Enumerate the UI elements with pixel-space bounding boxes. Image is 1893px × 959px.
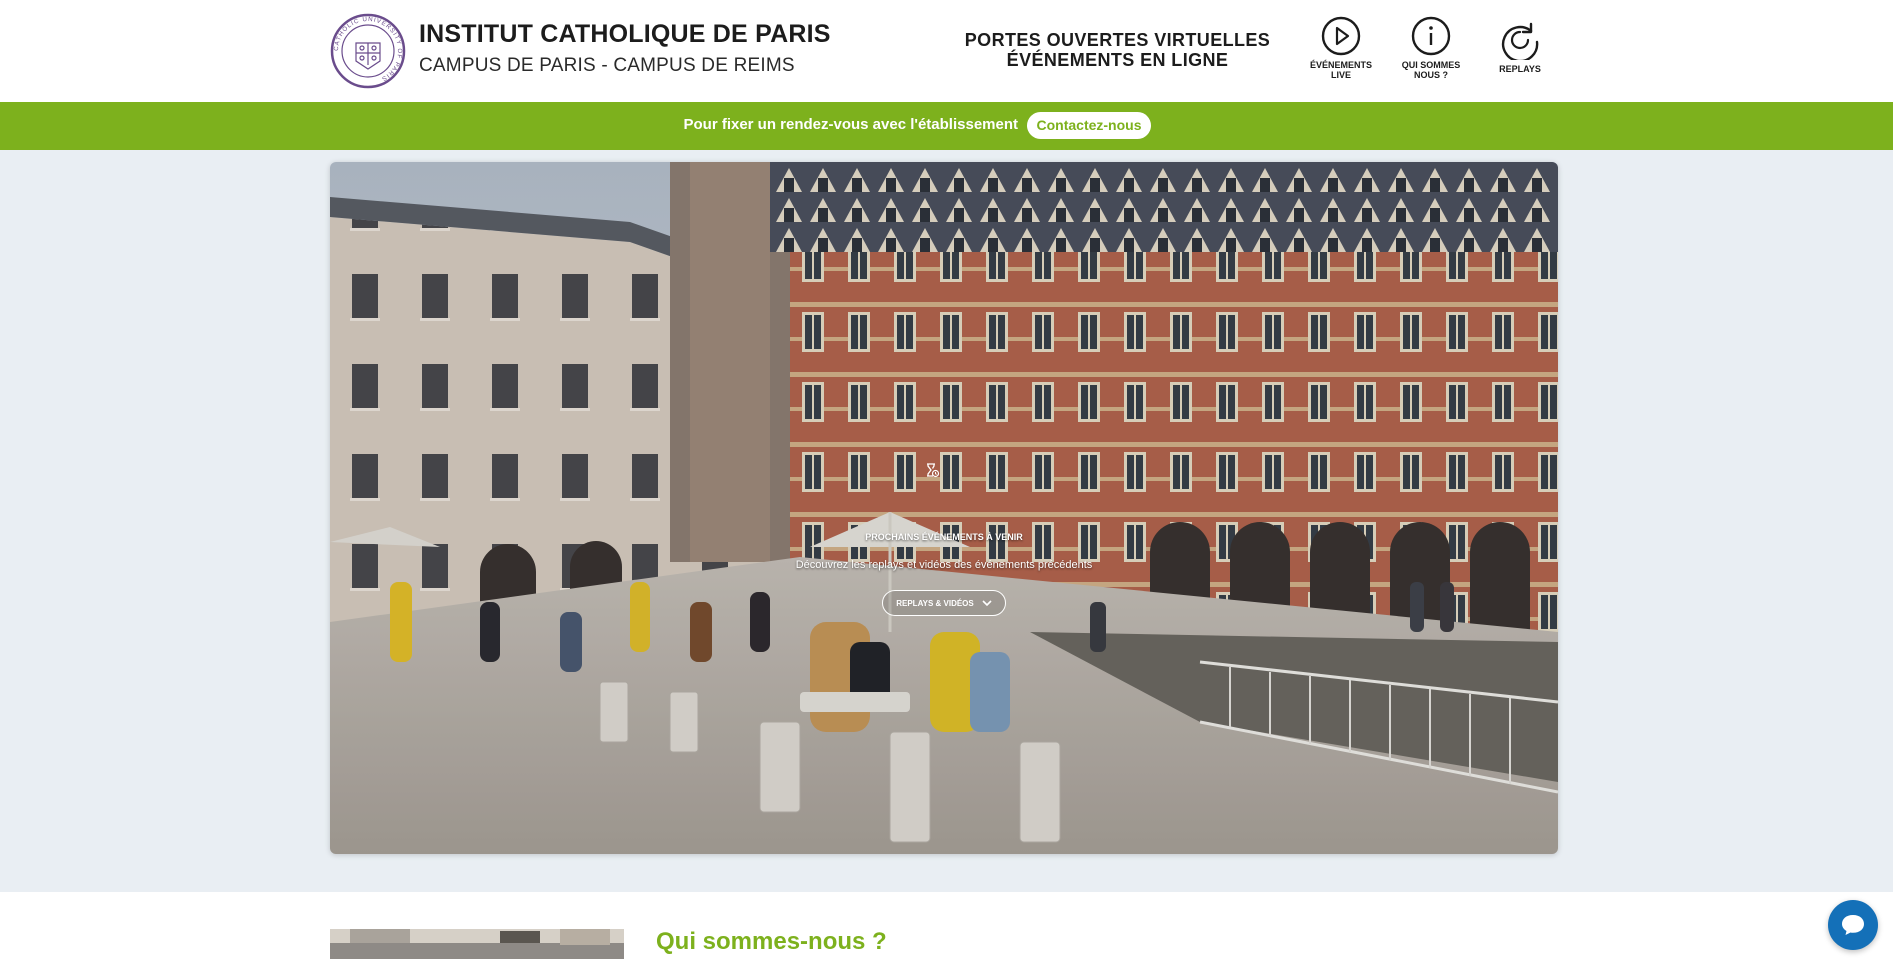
university-seal-icon[interactable]: CATHOLIC UNIVERSITY OF PARIS [330,13,406,89]
event-title: PORTES OUVERTES VIRTUELLES ÉVÉNEMENTS EN… [960,30,1275,70]
nav-live-events-label-2: LIVE [1330,70,1351,80]
site-subtitle: CAMPUS DE PARIS - CAMPUS DE REIMS [419,55,795,76]
chat-button[interactable] [1828,900,1878,950]
chevron-down-icon [982,599,992,606]
play-circle-icon [1321,16,1361,56]
replays-videos-button[interactable]: REPLAYS & VIDÉOS [882,590,1006,616]
nav-replays-label: REPLAYS [1499,64,1541,74]
site-header: CATHOLIC UNIVERSITY OF PARIS INSTITUT CA… [0,0,1893,102]
nav-live-events[interactable]: ÉVÉNEMENTS LIVE [1296,16,1386,80]
hero-overlay [330,162,1558,854]
event-title-line1: PORTES OUVERTES VIRTUELLES [964,30,1271,50]
nav-about-label-2: NOUS ? [1413,70,1448,80]
site-title-block: INSTITUT CATHOLIQUE DE PARIS CAMPUS DE P… [419,20,831,77]
site-title[interactable]: INSTITUT CATHOLIQUE DE PARIS [419,20,831,49]
appointment-banner: Pour fixer un rendez-vous avec l'établis… [0,102,1893,150]
banner-text: Pour fixer un rendez-vous avec l'établis… [683,116,1018,133]
hourglass-icon [927,463,940,478]
info-circle-icon [1411,16,1451,56]
hero-text: Découvrez les replays et vidéos des évén… [795,559,1093,571]
replay-icon [1501,22,1539,60]
nav-about[interactable]: QUI SOMMES NOUS ? [1386,16,1476,80]
hero-heading: PROCHAINS ÉVÉNEMENTS À VENIR [865,532,1023,542]
event-title-line2: ÉVÉNEMENTS EN LIGNE [1006,50,1229,70]
about-section: Qui sommes-nous ? [0,892,1893,959]
contact-button[interactable]: Contactez-nous [1027,112,1151,139]
hero-section: PROCHAINS ÉVÉNEMENTS À VENIR Découvrez l… [330,162,1558,854]
replays-videos-label: REPLAYS & VIDÉOS [896,598,974,608]
nav-live-events-label-1: ÉVÉNEMENTS [1309,60,1372,70]
about-photo [330,929,624,959]
chat-bubble-icon [1842,915,1864,935]
nav-replays[interactable]: REPLAYS [1475,20,1565,74]
about-heading: Qui sommes-nous ? [656,928,887,955]
nav-about-label-1: QUI SOMMES [1401,60,1461,70]
